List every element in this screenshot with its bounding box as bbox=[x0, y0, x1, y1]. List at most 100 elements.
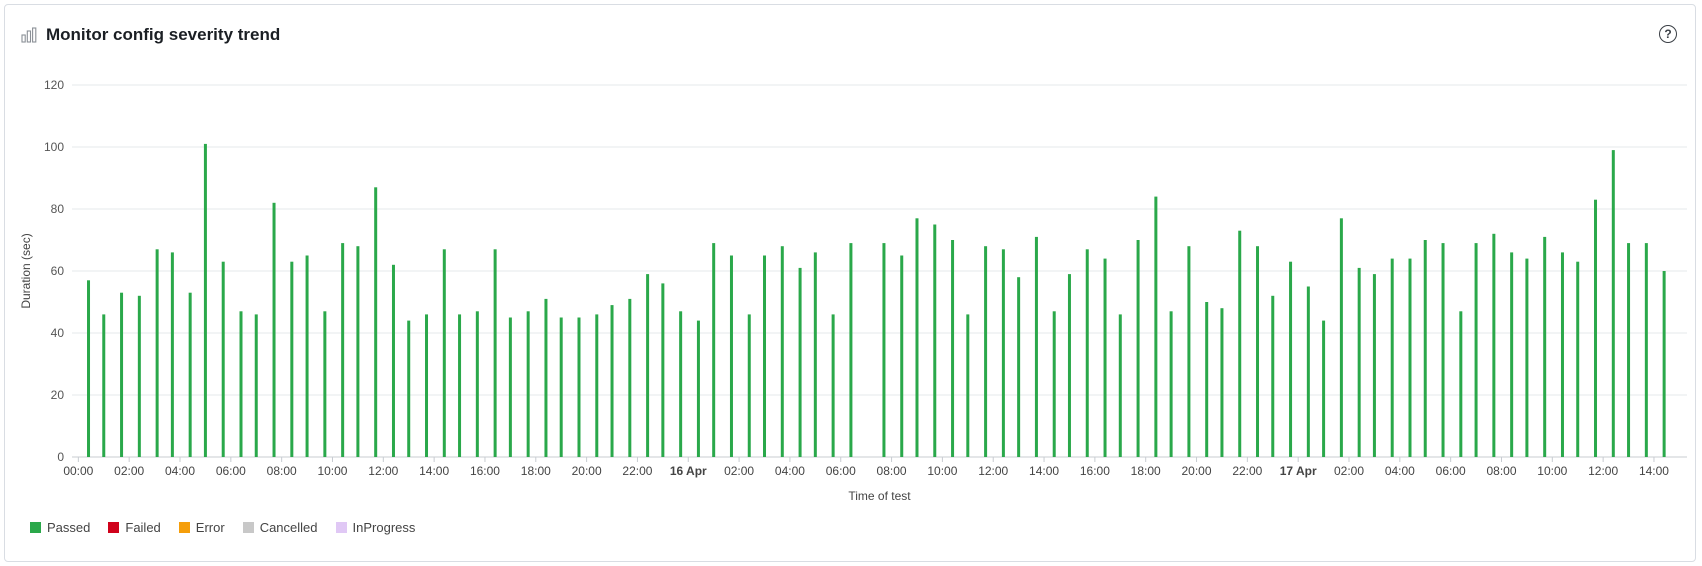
legend-label: Failed bbox=[125, 520, 161, 535]
bar bbox=[1238, 230, 1242, 457]
x-tick-label: 06:00 bbox=[1436, 464, 1466, 478]
x-tick-label: 14:00 bbox=[1029, 464, 1059, 478]
bar bbox=[1103, 258, 1107, 457]
bar bbox=[305, 255, 309, 457]
bar bbox=[1525, 258, 1529, 457]
bar bbox=[221, 261, 225, 457]
y-tick-label: 20 bbox=[51, 388, 65, 402]
bar bbox=[628, 298, 632, 457]
bar bbox=[577, 317, 581, 457]
bar bbox=[1372, 274, 1376, 457]
x-tick-label: 12:00 bbox=[978, 464, 1008, 478]
bar bbox=[1118, 314, 1122, 457]
bar bbox=[544, 298, 548, 457]
bar bbox=[526, 311, 530, 457]
bar bbox=[1052, 311, 1056, 457]
legend-item[interactable]: Failed bbox=[108, 520, 161, 535]
legend-item[interactable]: InProgress bbox=[335, 520, 415, 535]
bar bbox=[915, 218, 919, 457]
legend-item[interactable]: Error bbox=[178, 520, 225, 535]
x-tick-label: 04:00 bbox=[1385, 464, 1415, 478]
legend-swatch bbox=[178, 522, 190, 533]
x-tick-label: 16 Apr bbox=[670, 464, 707, 478]
bar bbox=[102, 314, 106, 457]
legend-item[interactable]: Passed bbox=[30, 520, 90, 535]
x-tick-label: 02:00 bbox=[724, 464, 754, 478]
legend-swatch bbox=[30, 522, 41, 533]
bar bbox=[1034, 236, 1038, 457]
bar bbox=[595, 314, 599, 457]
x-tick-label: 20:00 bbox=[1182, 464, 1212, 478]
bar bbox=[1594, 199, 1598, 457]
x-tick-label: 18:00 bbox=[1131, 464, 1161, 478]
x-tick-label: 02:00 bbox=[114, 464, 144, 478]
x-tick-label: 10:00 bbox=[1537, 464, 1567, 478]
bar bbox=[559, 317, 563, 457]
x-tick-label: 06:00 bbox=[826, 464, 856, 478]
bar bbox=[882, 243, 886, 457]
bar bbox=[475, 311, 479, 457]
x-tick-label: 20:00 bbox=[572, 464, 602, 478]
bar bbox=[137, 295, 141, 457]
legend-swatch bbox=[335, 522, 347, 533]
x-axis-title: Time of test bbox=[848, 489, 911, 503]
bar bbox=[646, 274, 650, 457]
bar bbox=[1205, 302, 1209, 457]
x-tick-label: 22:00 bbox=[1232, 464, 1262, 478]
bar bbox=[458, 314, 462, 457]
bar bbox=[933, 224, 937, 457]
y-tick-label: 120 bbox=[44, 78, 64, 92]
bar bbox=[1001, 249, 1005, 457]
bar bbox=[1067, 274, 1071, 457]
bar bbox=[1390, 258, 1394, 457]
bar bbox=[1644, 243, 1648, 457]
bar bbox=[747, 314, 751, 457]
x-tick-label: 04:00 bbox=[165, 464, 195, 478]
bar bbox=[1306, 286, 1310, 457]
x-tick-label: 12:00 bbox=[368, 464, 398, 478]
bar bbox=[679, 311, 683, 457]
bar bbox=[1017, 277, 1021, 457]
bar bbox=[696, 320, 700, 457]
bar bbox=[1256, 246, 1260, 457]
x-tick-label: 14:00 bbox=[419, 464, 449, 478]
bar bbox=[170, 252, 174, 457]
bar bbox=[729, 255, 733, 457]
bar bbox=[341, 243, 345, 457]
bar bbox=[1357, 267, 1361, 457]
x-tick-label: 10:00 bbox=[317, 464, 347, 478]
bar bbox=[493, 249, 497, 457]
x-tick-label: 22:00 bbox=[622, 464, 652, 478]
bar bbox=[1662, 271, 1666, 457]
legend-item[interactable]: Cancelled bbox=[242, 520, 318, 535]
y-tick-label: 40 bbox=[51, 326, 65, 340]
bar bbox=[1423, 240, 1427, 457]
bar bbox=[1271, 295, 1275, 457]
legend-swatch bbox=[108, 522, 120, 533]
bar bbox=[1492, 233, 1496, 457]
bar bbox=[155, 249, 159, 457]
bar bbox=[323, 311, 327, 457]
x-tick-label: 16:00 bbox=[1080, 464, 1110, 478]
bar bbox=[1339, 218, 1343, 457]
bar bbox=[951, 240, 955, 457]
bar bbox=[391, 264, 395, 457]
bar bbox=[425, 314, 429, 457]
bar bbox=[1085, 249, 1089, 457]
x-tick-label: 00:00 bbox=[63, 464, 93, 478]
bar bbox=[1576, 261, 1580, 457]
bar bbox=[442, 249, 446, 457]
bar bbox=[1220, 308, 1224, 457]
bar bbox=[1322, 320, 1326, 457]
bar bbox=[508, 317, 512, 457]
bar bbox=[661, 283, 665, 457]
x-tick-label: 08:00 bbox=[1486, 464, 1516, 478]
bar bbox=[272, 202, 276, 457]
x-tick-label: 17 Apr bbox=[1280, 464, 1317, 478]
bar bbox=[610, 305, 614, 457]
x-tick-label: 10:00 bbox=[927, 464, 957, 478]
bar bbox=[1459, 311, 1463, 457]
bar bbox=[1510, 252, 1514, 457]
bar bbox=[1611, 150, 1615, 457]
bar bbox=[813, 252, 817, 457]
